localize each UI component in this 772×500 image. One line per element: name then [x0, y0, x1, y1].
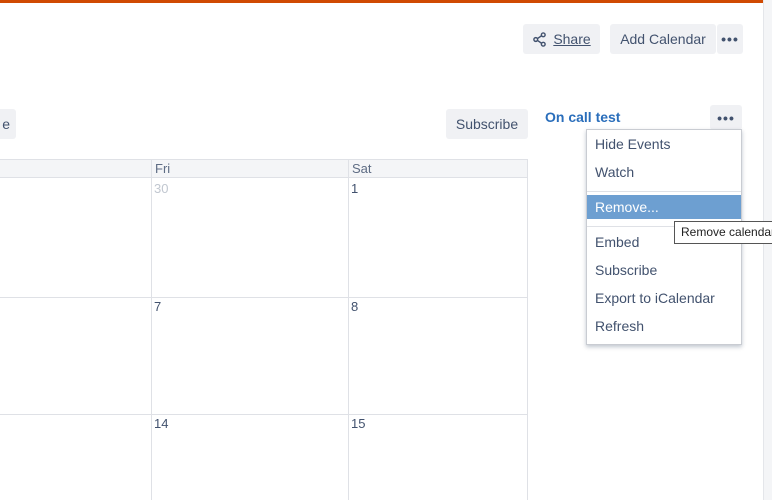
share-button-label: Share: [553, 31, 591, 47]
day-cell-number[interactable]: 14: [154, 416, 168, 431]
share-icon: [532, 31, 547, 47]
day-header-fri: Fri: [151, 160, 348, 178]
add-calendar-button[interactable]: Add Calendar: [610, 24, 716, 54]
menu-divider: [587, 191, 741, 192]
calendar-more-button[interactable]: •••: [710, 105, 742, 130]
calendar-title[interactable]: On call test: [545, 109, 620, 125]
row-divider: [0, 297, 528, 298]
menu-item-subscribe[interactable]: Subscribe: [587, 258, 741, 282]
row-divider: [0, 414, 528, 415]
day-cell-number[interactable]: 8: [351, 299, 358, 314]
share-button[interactable]: Share: [523, 24, 600, 54]
menu-item-refresh[interactable]: Refresh: [587, 314, 741, 338]
column-divider: [527, 160, 528, 500]
menu-item-watch[interactable]: Watch: [587, 160, 741, 184]
left-toolbar-button[interactable]: e: [0, 109, 16, 139]
day-cell-number[interactable]: 30: [154, 181, 168, 196]
menu-item-export-icalendar[interactable]: Export to iCalendar: [587, 286, 741, 310]
menu-item-hide-events[interactable]: Hide Events: [587, 132, 741, 156]
calendar-page: Share Add Calendar ••• e Subscribe On ca…: [0, 0, 772, 500]
column-divider: [151, 160, 152, 500]
top-accent-bar: [0, 0, 763, 3]
more-actions-button[interactable]: •••: [717, 24, 743, 54]
day-cell-number[interactable]: 1: [351, 181, 358, 196]
calendar-grid: Fri Sat 30 1 7 8 14 15: [0, 159, 528, 500]
day-header-partial: [0, 160, 151, 178]
subscribe-button[interactable]: Subscribe: [446, 109, 528, 139]
page-scrollbar[interactable]: [763, 0, 772, 500]
column-divider: [348, 160, 349, 500]
remove-calendar-tooltip: Remove calendar: [674, 221, 772, 244]
day-cell-number[interactable]: 7: [154, 299, 161, 314]
menu-item-remove[interactable]: Remove...: [587, 195, 741, 219]
day-cell-number[interactable]: 15: [351, 416, 365, 431]
day-header-sat: Sat: [348, 160, 528, 178]
